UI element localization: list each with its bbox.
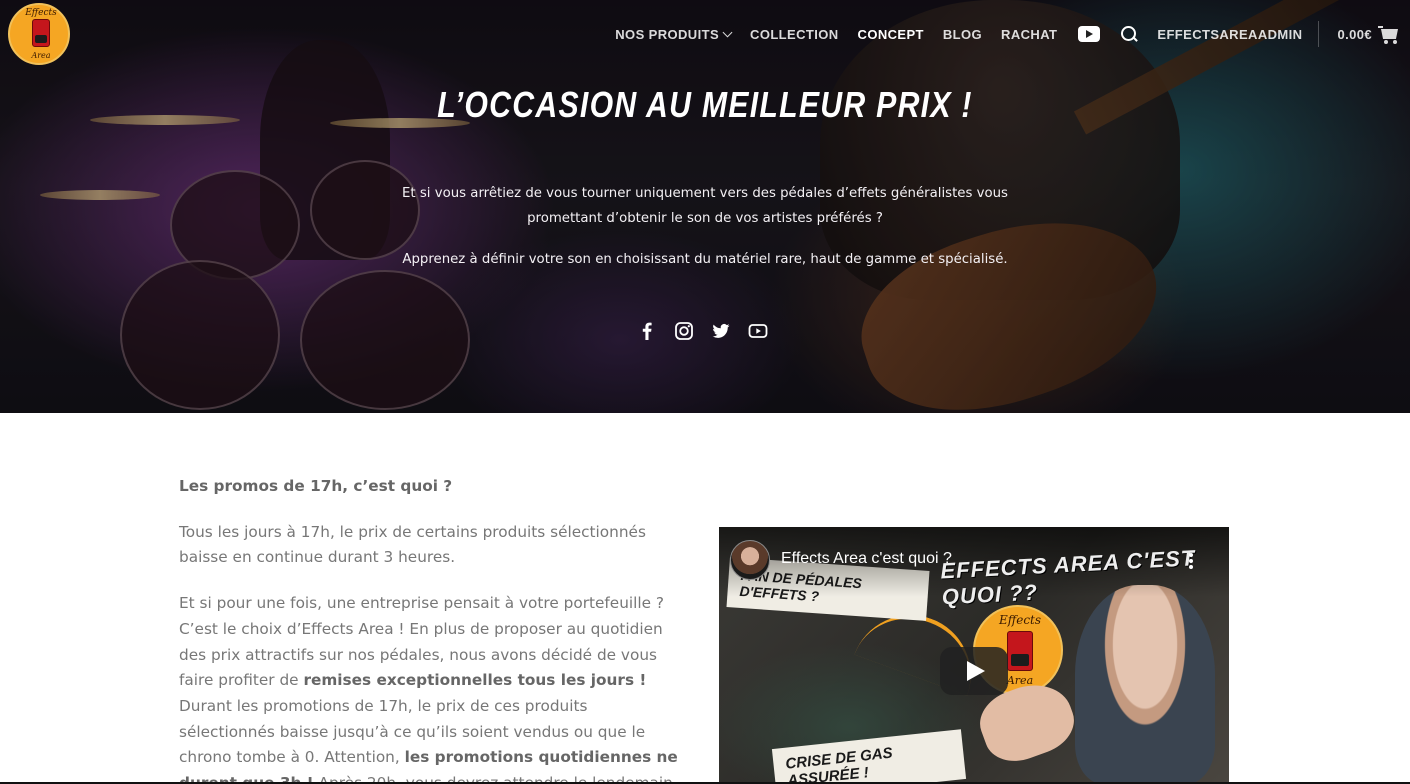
instagram-icon[interactable]: [674, 321, 694, 341]
paragraph: Et si pour une fois, une entreprise pens…: [179, 591, 684, 784]
logo-text: Effects: [25, 8, 57, 18]
nav-item-rachat[interactable]: RACHAT: [1001, 27, 1057, 42]
cart-total[interactable]: 0.00€: [1337, 27, 1372, 42]
video-title[interactable]: Effects Area c'est quoi ?: [781, 550, 952, 568]
promo-content: Les promos de 17h, c’est quoi ? Tous les…: [179, 474, 684, 784]
nav-item-collection[interactable]: COLLECTION: [750, 27, 839, 42]
section-heading: Les promos de 17h, c’est quoi ?: [179, 477, 453, 495]
logo-text: Area: [31, 51, 51, 60]
account-link[interactable]: EFFECTSAREAADMIN: [1157, 27, 1302, 42]
nav-divider: [1318, 21, 1320, 47]
more-options-icon[interactable]: [1189, 553, 1193, 569]
video-thumbnail-person: [1075, 585, 1215, 784]
hero-paragraph: Apprenez à définir votre son en choisiss…: [402, 252, 1008, 267]
bold-text: remises exceptionnelles tous les jours !: [303, 671, 647, 690]
social-links: [637, 321, 768, 341]
channel-avatar[interactable]: [730, 540, 770, 580]
site-logo[interactable]: Effects Area: [8, 3, 70, 65]
hero-paragraph: Et si vous arrêtiez de vous tourner uniq…: [402, 186, 1008, 226]
nav-item-blog[interactable]: BLOG: [943, 27, 982, 42]
thumbnail-caption: CRISE DE GAS ASSURÉE !: [771, 729, 967, 784]
hero-banner: L’OCCASION AU MEILLEUR PRIX ! Et si vous…: [0, 0, 1410, 413]
nav-label: NOS PRODUITS: [615, 26, 720, 42]
nav-item-nos-produits[interactable]: NOS PRODUITS: [615, 26, 733, 42]
shopping-basket-icon[interactable]: [1378, 25, 1398, 44]
hero-title: L’OCCASION AU MEILLEUR PRIX !: [437, 84, 973, 125]
twitter-icon[interactable]: [711, 321, 731, 341]
youtube-icon[interactable]: [748, 321, 768, 341]
search-icon[interactable]: [1121, 25, 1138, 43]
chevron-down-icon: [722, 27, 733, 37]
nav-item-concept[interactable]: CONCEPT: [858, 27, 924, 42]
pedal-logo-icon: [1007, 631, 1033, 671]
youtube-icon[interactable]: [1078, 26, 1101, 42]
youtube-video-embed[interactable]: Effects Area FAN DE PÉDALES D'EFFETS ? C…: [719, 527, 1229, 784]
paragraph: Tous les jours à 17h, le prix de certain…: [179, 522, 646, 567]
play-button-icon[interactable]: [940, 647, 1008, 695]
facebook-icon[interactable]: [637, 321, 657, 341]
logo-text: Effects: [998, 613, 1042, 627]
pedal-logo-icon: [32, 19, 50, 47]
main-nav: NOS PRODUITS COLLECTION CONCEPT BLOG RAC…: [615, 21, 1410, 47]
